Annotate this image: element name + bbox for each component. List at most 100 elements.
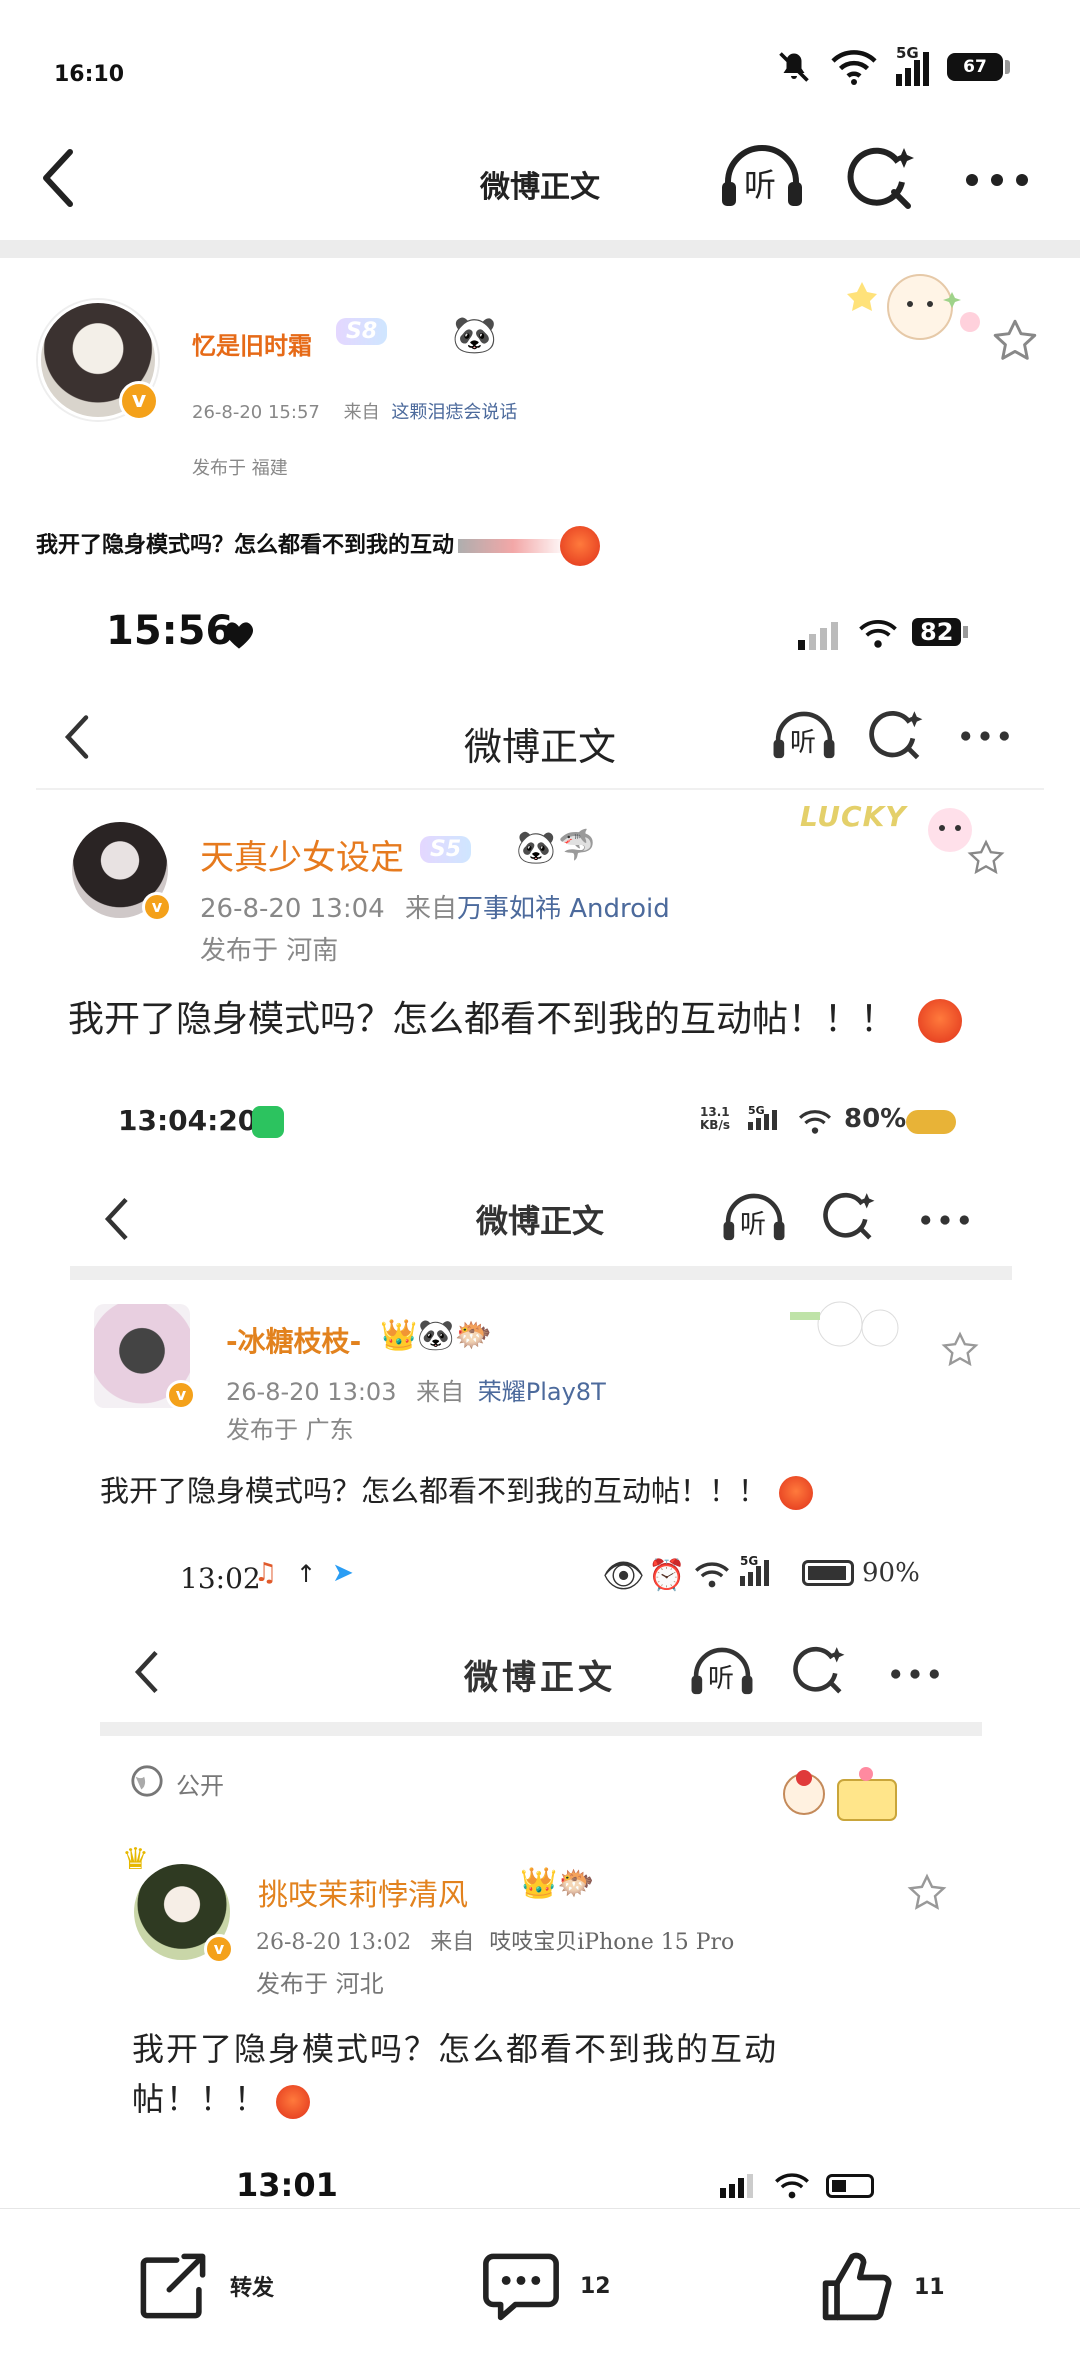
comment-button[interactable]: 12 — [482, 2249, 611, 2323]
shot1-listen-label: 听 — [790, 728, 817, 758]
wechat-icon — [252, 1106, 284, 1138]
section-divider — [0, 240, 1080, 258]
shot2-network: 5G — [748, 1104, 765, 1117]
embedded-screenshot-3: 13:02 ♫ ↑ ➤ 👁 ⏰ 5G 90% 微博正文 听 公开 v ♛ 挑吱茉… — [0, 1540, 1080, 2180]
shot3-avatar: v — [134, 1864, 234, 1964]
shot2-verified-icon: v — [166, 1380, 196, 1410]
smudge-decoration — [458, 539, 569, 553]
shot2-source: 荣耀Play8T — [477, 1378, 606, 1406]
shot1-timestamp: 26-8-20 13:04 — [200, 894, 385, 924]
shot3-source-prefix: 来自 — [430, 1930, 475, 1955]
shot3-verified-icon: v — [204, 1934, 234, 1964]
shot2-search-icon — [823, 1192, 875, 1240]
angry-emoji-icon — [560, 526, 601, 566]
panda-icon: 🐼 — [452, 315, 497, 356]
shot2-meta: 26-8-20 13:03 来自 荣耀Play8T — [226, 1372, 606, 1407]
shot3-meta: 26-8-20 13:02 来自 吱吱宝贝iPhone 15 Pro — [256, 1924, 734, 1956]
shot1-battery-icon: 82 — [912, 618, 969, 646]
shot3-source: 吱吱宝贝iPhone 15 Pro — [489, 1930, 735, 1955]
shot3-wifi-icon — [695, 1562, 729, 1588]
shot3-time: 13:02 — [180, 1562, 261, 1595]
avatar[interactable]: v — [38, 300, 159, 421]
embedded-screenshot-1: 15:56 82 微博正文 听 v 天真少女设定 S5 🐼 🦈 26-8-20 … — [0, 590, 1080, 1090]
shot3-search-icon — [793, 1646, 845, 1694]
shot2-author-name: -冰糖枝枝- — [226, 1325, 362, 1358]
shot2-angry-emoji-icon — [779, 1476, 814, 1510]
wifi-icon — [831, 50, 877, 85]
app-arrow-icon: ➤ — [332, 1558, 354, 1588]
search-icon[interactable] — [846, 144, 916, 214]
post-meta: 26-8-20 15:57 来自 这颗泪痣会说话 — [192, 398, 517, 424]
status-time: 16:10 — [54, 62, 125, 87]
post-location: 发布于 福建 — [192, 458, 288, 479]
listen-label: 听 — [744, 166, 777, 204]
repost-button[interactable]: 转发 — [136, 2249, 274, 2323]
shot2-battery-text: 80% — [844, 1104, 907, 1134]
heart-icon — [224, 622, 254, 649]
shot3-star-icon — [907, 1873, 947, 1910]
shot2-divider — [70, 1266, 1012, 1280]
cake-sticker-icon — [783, 1767, 897, 1821]
favorite-star-icon[interactable] — [990, 316, 1040, 366]
shot3-post-text-line1: 我开了隐身模式吗？怎么都看不到我的互动 — [132, 2030, 779, 2068]
shot3-timestamp: 26-8-20 13:02 — [256, 1930, 412, 1955]
level-badge: S8 — [336, 318, 388, 345]
post-text: 我开了隐身模式吗？怎么都看不到我的互动 — [36, 526, 601, 566]
status-icons: 5G 67 — [776, 44, 1010, 86]
shot1-source-prefix: 来自 — [404, 894, 457, 924]
like-button[interactable]: 11 — [818, 2249, 945, 2325]
shot1-star-icon — [967, 839, 1005, 875]
shot2-wifi-icon — [799, 1110, 831, 1134]
shot3-text-line2-content: 帖！！！ — [132, 2080, 269, 2118]
shot1-more-icon — [961, 731, 1009, 741]
comment-count: 12 — [580, 2273, 611, 2299]
shot1-location: 发布于 河南 — [200, 936, 339, 966]
sheep-sticker-icon — [840, 262, 990, 352]
shot3-network: 5G — [740, 1554, 759, 1568]
shot3-signal-icon: 5G — [740, 1554, 769, 1586]
shot3-post-text-line2: 帖！！！ — [132, 2074, 311, 2120]
embedded-screenshot-2: 13:04:20 13.1 KB/s 5G 80% 微博正文 听 v -冰糖枝枝… — [0, 1090, 1080, 1540]
share-icon — [140, 2253, 206, 2319]
post-text-content: 我开了隐身模式吗？怎么都看不到我的互动 — [36, 533, 455, 558]
shot2-listen-label: 听 — [740, 1210, 767, 1240]
status-bar: 16:10 5G 67 — [0, 0, 1080, 130]
nav-bar: 微博正文 听 — [0, 130, 1080, 240]
shot2-source-prefix: 来自 — [416, 1378, 465, 1406]
mute-icon — [779, 52, 809, 82]
shot2-time: 13:04:20 — [118, 1104, 258, 1137]
listen-button[interactable]: 听 — [720, 142, 804, 216]
shot1-post-text: 我开了隐身模式吗？怎么都看不到我的互动帖！！！ — [68, 990, 963, 1043]
shot1-shark-icon: 🦈 — [558, 828, 596, 863]
network-type: 5G — [896, 44, 919, 62]
shot1-search-icon — [869, 710, 923, 760]
comment-icon — [483, 2253, 559, 2321]
network-signal-icon: 5G — [896, 44, 929, 86]
shot1-meta: 26-8-20 13:04 来自万事如祎 Android — [200, 888, 670, 925]
shot4-wifi-icon — [775, 2173, 809, 2199]
shot1-author-name: 天真少女设定 — [200, 838, 404, 878]
shot2-location: 发布于 广东 — [226, 1416, 354, 1444]
source-prefix: 来自 — [343, 402, 380, 423]
author-name[interactable]: 忆是旧时霜 — [192, 326, 312, 361]
shot1-avatar: v — [72, 822, 172, 922]
shot1-verified-icon: v — [142, 892, 172, 922]
shot1-sticker-text: LUCKY — [800, 800, 907, 833]
shot1-angry-emoji-icon — [918, 999, 963, 1043]
shot2-sticker-icon — [790, 1301, 899, 1347]
shot2-more-icon — [921, 1215, 969, 1225]
shot3-angry-emoji-icon — [276, 2084, 311, 2119]
post-source[interactable]: 这颗泪痣会说话 — [391, 402, 517, 423]
shot4-signal-icon — [720, 2174, 753, 2198]
shot3-author-name: 挑吱茉莉悖清风 — [258, 1878, 468, 1913]
battery-icon: 67 — [947, 53, 1010, 81]
more-icon[interactable] — [962, 170, 1032, 190]
shot1-signal-icon — [798, 622, 838, 650]
shot1-panda-icon: 🐼 — [516, 828, 556, 866]
crown-icon: ♛ — [122, 1842, 149, 1877]
shot1-lucky-sticker: LUCKY — [800, 800, 980, 860]
alarm-icon: ⏰ — [648, 1558, 686, 1593]
shot1-battery-level: 82 — [912, 618, 962, 646]
shot1-divider — [36, 788, 1044, 790]
shot2-emoji-row: 👑🐼🐡 — [380, 1318, 493, 1353]
